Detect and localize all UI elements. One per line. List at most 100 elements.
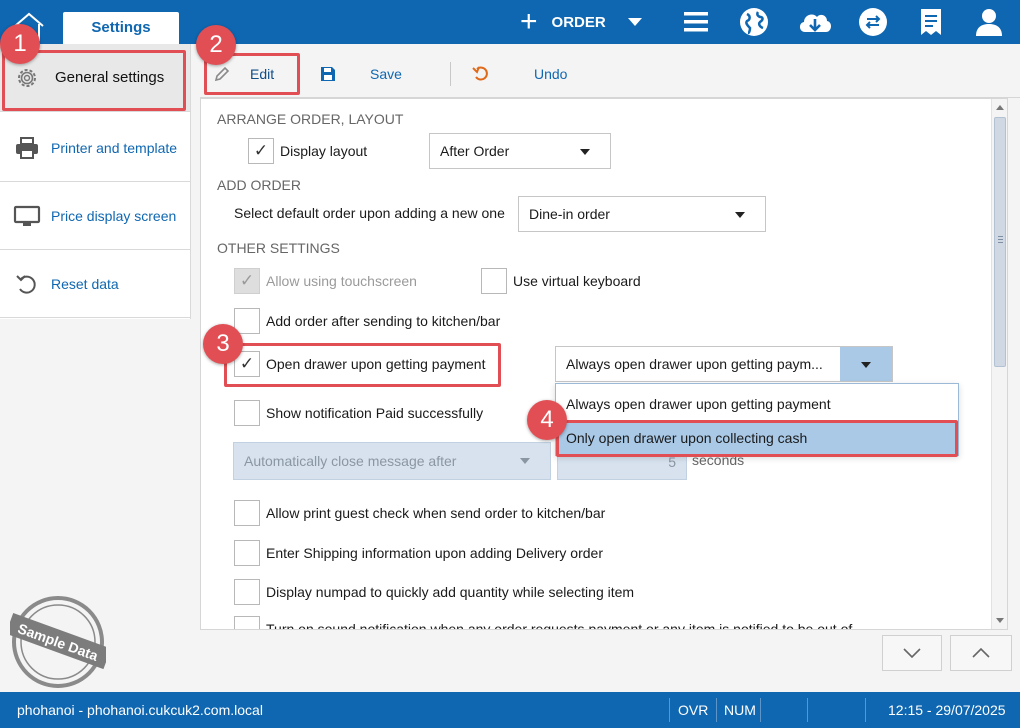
- auto-close-select: Automatically close message after: [233, 442, 551, 480]
- dropdown-option-only-cash[interactable]: Only open drawer upon collecting cash: [556, 421, 958, 455]
- print-guest-check-checkbox[interactable]: [234, 500, 260, 526]
- plus-icon: +: [520, 5, 538, 38]
- auto-close-label: Automatically close message after: [244, 453, 457, 469]
- seconds-value: 5: [668, 454, 676, 470]
- scroll-up-button[interactable]: [950, 635, 1012, 671]
- section-title-arrange: ARRANGE ORDER, LAYOUT: [217, 111, 404, 127]
- toolbar: Edit Save Undo: [200, 50, 1020, 98]
- open-drawer-label: Open drawer upon getting payment: [266, 356, 486, 372]
- sound-notification-checkbox[interactable]: [234, 616, 260, 629]
- scroll-up-arrow-icon[interactable]: [996, 105, 1004, 110]
- default-order-value: Dine-in order: [529, 206, 610, 222]
- notification-paid-row: Show notification Paid successfully: [234, 400, 483, 426]
- chevron-down-icon: [735, 212, 745, 218]
- add-after-kitchen-row: Add order after sending to kitchen/bar: [234, 308, 500, 334]
- host-label: phohanoi - phohanoi.cukcuk2.com.local: [17, 702, 263, 718]
- globe-icon[interactable]: [738, 6, 770, 38]
- undo-icon: [472, 66, 488, 81]
- settings-sidebar: General settings Printer and template Pr…: [0, 44, 191, 319]
- sidebar-item-label: Printer and template: [51, 139, 178, 156]
- scroll-down-button[interactable]: [882, 635, 942, 671]
- default-order-row: Select default order upon adding a new o…: [234, 205, 505, 221]
- menu-icon[interactable]: [680, 6, 712, 38]
- notification-paid-checkbox[interactable]: [234, 400, 260, 426]
- sidebar-item-printer[interactable]: Printer and template: [0, 114, 190, 182]
- dropdown-option-always[interactable]: Always open drawer upon getting payment: [556, 387, 958, 421]
- annotation-badge-2: 2: [196, 25, 236, 65]
- open-drawer-options-list: Always open drawer upon getting payment …: [555, 383, 959, 456]
- numpad-label: Display numpad to quickly add quantity w…: [266, 584, 635, 600]
- sidebar-item-reset-data[interactable]: Reset data: [0, 250, 190, 318]
- shipping-info-label: Enter Shipping information upon adding D…: [266, 545, 603, 561]
- chevron-down-icon: [580, 149, 590, 155]
- default-order-label: Select default order upon adding a new o…: [234, 205, 505, 221]
- print-guest-check-row: Allow print guest check when send order …: [234, 500, 605, 526]
- numpad-checkbox[interactable]: [234, 579, 260, 605]
- tab-settings[interactable]: Settings: [63, 12, 179, 44]
- sample-data-stamp: Sample Data: [10, 596, 106, 688]
- section-title-other: OTHER SETTINGS: [217, 240, 340, 256]
- scrollbar-thumb[interactable]: [994, 117, 1006, 367]
- datetime-label: 12:15 - 29/07/2025: [888, 702, 1006, 718]
- add-after-kitchen-label: Add order after sending to kitchen/bar: [266, 313, 501, 329]
- section-title-add-order: ADD ORDER: [217, 177, 302, 193]
- default-order-select[interactable]: Dine-in order: [518, 196, 766, 232]
- touchscreen-checkbox: ✓: [234, 268, 260, 294]
- virtual-keyboard-label: Use virtual keyboard: [513, 273, 641, 289]
- chevron-up-icon: [972, 647, 990, 658]
- vertical-scrollbar[interactable]: [991, 99, 1007, 629]
- chevron-down-icon: [861, 362, 871, 368]
- status-divider: [669, 698, 670, 722]
- top-bar: Settings + ORDER: [0, 0, 1020, 44]
- order-label: ORDER: [551, 13, 606, 31]
- receipt-icon[interactable]: [915, 6, 947, 38]
- edit-label: Edit: [250, 66, 275, 82]
- sidebar-item-label: General settings: [55, 69, 165, 86]
- reset-icon: [16, 274, 36, 294]
- touchscreen-label: Allow using touchscreen: [266, 273, 417, 289]
- chevron-down-icon: [627, 18, 642, 26]
- status-divider: [865, 698, 866, 722]
- order-menu-button[interactable]: + ORDER: [520, 5, 642, 38]
- virtual-keyboard-checkbox[interactable]: [481, 268, 507, 294]
- status-divider: [807, 698, 808, 722]
- numpad-row: Display numpad to quickly add quantity w…: [234, 579, 634, 605]
- open-drawer-select[interactable]: Always open drawer upon getting paym...: [555, 346, 893, 382]
- display-layout-label: Display layout: [280, 143, 368, 159]
- printer-icon: [16, 136, 38, 159]
- save-icon: [321, 67, 335, 81]
- sound-notification-label: Turn on sound notification when any orde…: [266, 621, 853, 630]
- print-guest-check-label: Allow print guest check when send order …: [266, 505, 606, 521]
- annotation-badge-1: 1: [0, 24, 40, 64]
- status-divider: [760, 698, 761, 722]
- shipping-info-checkbox[interactable]: [234, 540, 260, 566]
- chevron-down-icon: [520, 458, 530, 464]
- sidebar-item-label: Reset data: [51, 275, 119, 292]
- display-layout-checkbox[interactable]: ✓: [248, 138, 274, 164]
- cloud-download-icon[interactable]: [796, 6, 834, 38]
- sound-notification-row: Turn on sound notification when any orde…: [234, 616, 853, 630]
- sidebar-item-label: Price display screen: [51, 207, 177, 224]
- display-layout-select[interactable]: After Order: [429, 133, 611, 169]
- pencil-icon: [214, 66, 230, 82]
- user-icon[interactable]: [973, 6, 1005, 38]
- annotation-badge-4: 4: [527, 400, 567, 440]
- open-drawer-value: Always open drawer upon getting paym...: [566, 356, 823, 372]
- notification-paid-label: Show notification Paid successfully: [266, 405, 484, 421]
- undo-label: Undo: [534, 66, 568, 82]
- status-divider: [716, 698, 717, 722]
- undo-button[interactable]: Undo: [472, 50, 567, 98]
- virtual-keyboard-row: Use virtual keyboard: [481, 268, 641, 294]
- sidebar-item-price-display[interactable]: Price display screen: [0, 182, 190, 250]
- scrollbar-grip-icon: [998, 236, 1003, 243]
- save-button[interactable]: Save: [320, 50, 402, 98]
- num-indicator: NUM: [724, 702, 756, 718]
- monitor-icon: [13, 205, 41, 226]
- gear-icon: [18, 68, 36, 87]
- sync-icon[interactable]: [857, 6, 889, 38]
- touchscreen-row: ✓ Allow using touchscreen: [234, 268, 417, 294]
- status-bar: phohanoi - phohanoi.cukcuk2.com.local OV…: [0, 692, 1020, 728]
- scroll-down-arrow-icon[interactable]: [996, 618, 1004, 623]
- display-layout-value: After Order: [440, 143, 510, 159]
- ovr-indicator: OVR: [678, 702, 709, 718]
